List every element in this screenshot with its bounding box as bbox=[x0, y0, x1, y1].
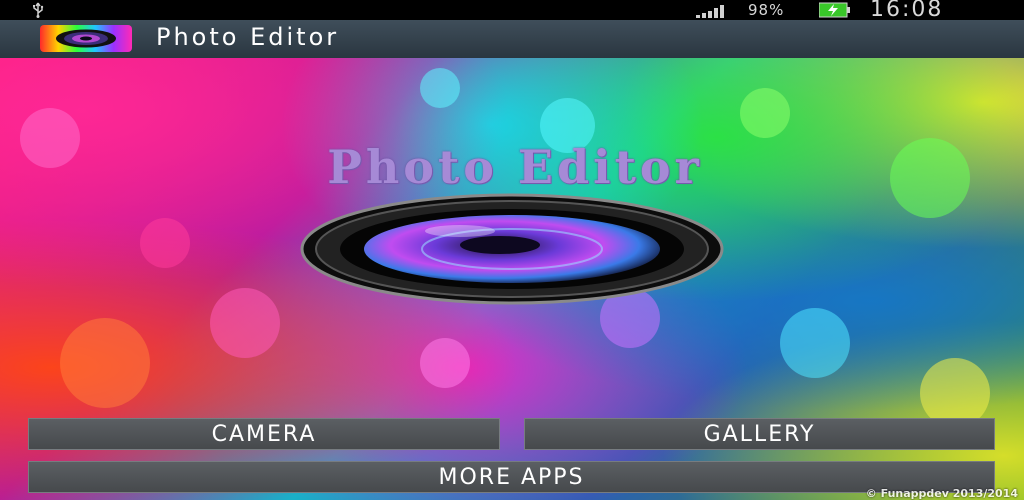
bokeh-circle bbox=[210, 288, 280, 358]
bokeh-circle bbox=[890, 138, 970, 218]
app-camera-lens-icon[interactable] bbox=[40, 25, 132, 52]
bokeh-circle bbox=[20, 108, 80, 168]
camera-button[interactable]: CAMERA bbox=[28, 418, 500, 450]
hero-title: Photo Editor bbox=[327, 140, 703, 194]
bokeh-circle bbox=[780, 308, 850, 378]
bokeh-circle bbox=[60, 318, 150, 408]
bokeh-circle bbox=[740, 88, 790, 138]
usb-icon bbox=[30, 2, 46, 22]
main-screen: Photo Editor CAMERA GALLERY MORE APPS © … bbox=[0, 58, 1024, 500]
bokeh-circle bbox=[420, 338, 470, 388]
gallery-button[interactable]: GALLERY bbox=[524, 418, 995, 450]
bokeh-circle bbox=[420, 68, 460, 108]
status-clock: 16:08 bbox=[870, 0, 944, 22]
battery-percent: 98% bbox=[748, 1, 785, 19]
battery-charging-icon bbox=[818, 2, 851, 22]
copyright-text: © Funappdev 2013/2014 bbox=[865, 487, 1018, 500]
more-apps-button[interactable]: MORE APPS bbox=[28, 461, 995, 493]
status-bar: 98% 16:08 bbox=[0, 0, 1024, 22]
bokeh-circle bbox=[140, 218, 190, 268]
action-bar: Photo Editor bbox=[0, 20, 1024, 59]
action-bar-title: Photo Editor bbox=[156, 23, 340, 51]
camera-lens-icon bbox=[300, 193, 724, 305]
